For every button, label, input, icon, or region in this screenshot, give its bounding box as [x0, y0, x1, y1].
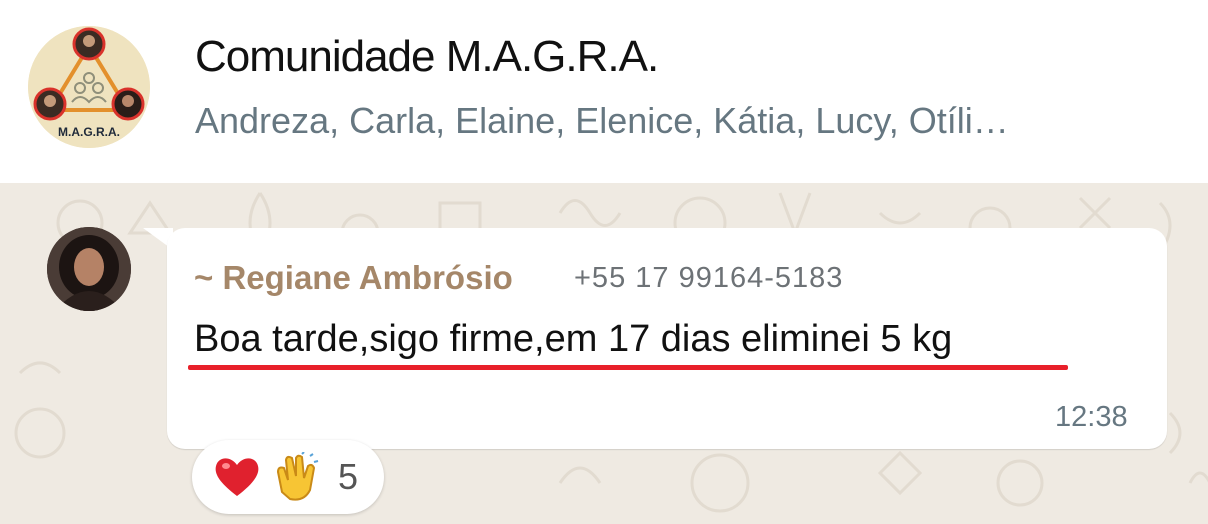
sender-phone: +55 17 99164-5183 [574, 262, 844, 294]
sender-name[interactable]: ~ Regiane Ambrósio [194, 259, 513, 297]
sender-avatar[interactable] [47, 227, 131, 311]
group-title: Comunidade M.A.G.R.A. [195, 32, 659, 81]
message-timestamp: 12:38 [1055, 401, 1128, 433]
group-avatar[interactable]: M.A.G.R.A. [28, 26, 150, 148]
person-photo-icon [47, 227, 131, 311]
chat-header[interactable]: M.A.G.R.A. Comunidade M.A.G.R.A. Andreza… [0, 0, 1208, 183]
heart-icon [215, 458, 259, 496]
reactions-pill[interactable]: 5 [192, 440, 384, 514]
clapping-hands-icon [276, 452, 319, 501]
group-members-list: Andreza, Carla, Elaine, Elenice, Kátia, … [195, 100, 1009, 141]
group-logo-icon: M.A.G.R.A. [28, 26, 150, 148]
message-text: Boa tarde,sigo firme,em 17 dias eliminei… [194, 318, 953, 360]
reaction-count: 5 [338, 456, 359, 497]
group-logo-text: M.A.G.R.A. [58, 125, 120, 139]
highlight-underline [188, 365, 1068, 370]
